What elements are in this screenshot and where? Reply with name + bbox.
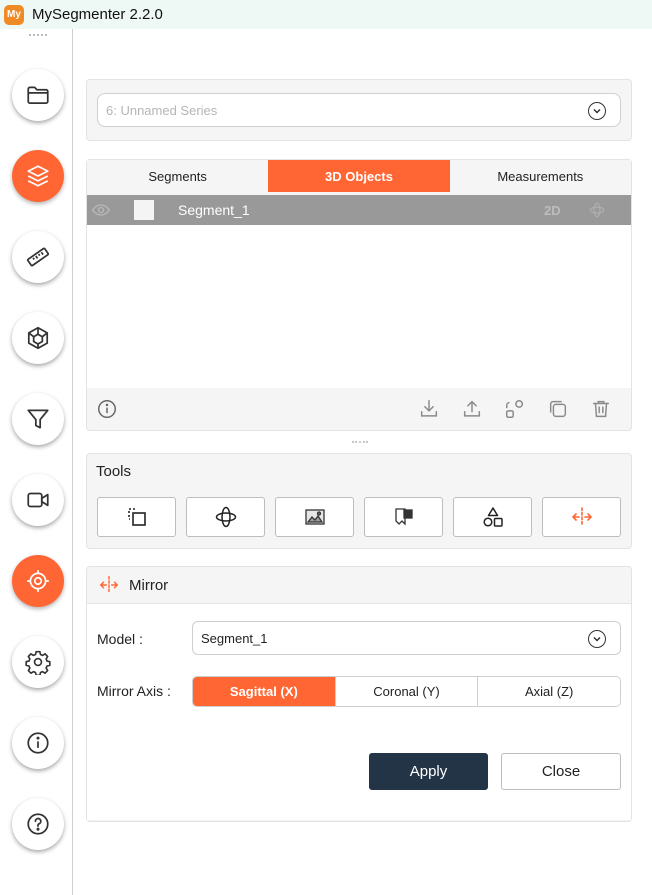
tab-3d-objects[interactable]: 3D Objects [268,160,450,192]
table-row[interactable]: Segment_1 2D [87,195,631,225]
target-icon [27,570,49,592]
orbit-button[interactable] [186,497,265,537]
crop-select-icon [127,508,146,526]
cube-icon [27,326,49,350]
segment-mode-badge[interactable]: 2D [544,203,561,218]
close-button[interactable]: Close [501,753,621,790]
trash-icon[interactable] [590,398,612,420]
object-tabs: Segments 3D Objects Measurements [87,160,631,192]
tab-segments[interactable]: Segments [87,160,269,192]
mirror-axis-segmented-control: Sagittal (X) Coronal (Y) Axial (Z) [192,676,621,707]
tab-measurements[interactable]: Measurements [449,160,631,192]
segment-color-swatch[interactable] [134,200,154,220]
help-icon [27,813,49,835]
sidebar-item-measure[interactable] [12,231,64,283]
paint-icon [394,508,413,526]
sidebar-item-settings[interactable] [12,636,64,688]
sidebar-item-files[interactable] [12,69,64,121]
shapes-button[interactable] [453,497,532,537]
model-select[interactable]: Segment_1 [192,621,621,655]
axis-sagittal-option[interactable]: Sagittal (X) [193,677,335,706]
mirror-axis-label: Mirror Axis : [97,683,171,699]
series-select[interactable]: 6: Unnamed Series [97,93,621,127]
tools-panel: Tools [86,453,632,549]
image-button[interactable] [275,497,354,537]
chevron-down-icon [588,630,606,648]
series-select-value: 6: Unnamed Series [106,102,218,118]
mirror-icon [571,507,592,527]
image-icon [304,509,325,525]
title-bar: My MySegmenter 2.2.0 [0,0,652,29]
sidebar-item-video[interactable] [12,474,64,526]
paint-button[interactable] [364,497,443,537]
shapes-icon[interactable] [504,398,526,420]
sidebar-item-info[interactable] [12,717,64,769]
apply-button[interactable]: Apply [369,753,488,790]
axis-coronal-option[interactable]: Coronal (Y) [334,677,478,706]
segment-name: Segment_1 [178,202,250,218]
orbit-icon [215,506,236,528]
download-icon[interactable] [418,398,440,420]
mirror-icon [99,576,119,594]
crop-select-button[interactable] [97,497,176,537]
segment-list [87,225,631,388]
sidebar-item-3d[interactable] [12,312,64,364]
info-icon[interactable] [96,398,118,420]
gear-icon [25,650,51,675]
video-camera-icon [27,492,49,508]
shapes-icon [482,507,503,527]
copy-icon[interactable] [547,398,569,420]
app-logo: My [4,4,24,25]
mirror-button[interactable] [542,497,621,537]
folder-icon [27,86,49,104]
app-title: MySegmenter 2.2.0 [32,6,163,23]
model-select-value: Segment_1 [201,630,268,646]
sidebar-divider [72,29,73,895]
eye-icon[interactable] [91,200,111,220]
axis-axial-option[interactable]: Axial (Z) [477,677,620,706]
sidebar-item-help[interactable] [12,798,64,850]
info-icon [27,732,49,754]
model-label: Model : [97,631,143,647]
object-toolbar [87,388,631,430]
sidebar-item-target[interactable] [12,555,64,607]
upload-icon[interactable] [461,398,483,420]
mirror-title: Mirror [129,576,169,594]
chevron-down-icon [588,102,606,120]
orbit-icon[interactable] [587,200,607,220]
ruler-icon [26,247,50,267]
sidebar-item-layers[interactable] [12,150,64,202]
series-panel: 6: Unnamed Series [86,79,632,141]
layers-icon [27,165,49,187]
mirror-header: Mirror [87,567,631,604]
panel-resize-grip[interactable] [352,441,368,444]
sidebar-item-filter[interactable] [12,393,64,445]
drag-grip[interactable] [29,34,47,38]
tools-title: Tools [96,463,132,480]
mirror-panel: Mirror Model : Segment_1 Mirror Axis : S… [86,566,632,822]
mirror-body: Model : Segment_1 Mirror Axis : Sagittal… [87,604,631,820]
objects-panel: Segments 3D Objects Measurements Segment… [86,159,632,431]
filter-icon [27,409,49,429]
